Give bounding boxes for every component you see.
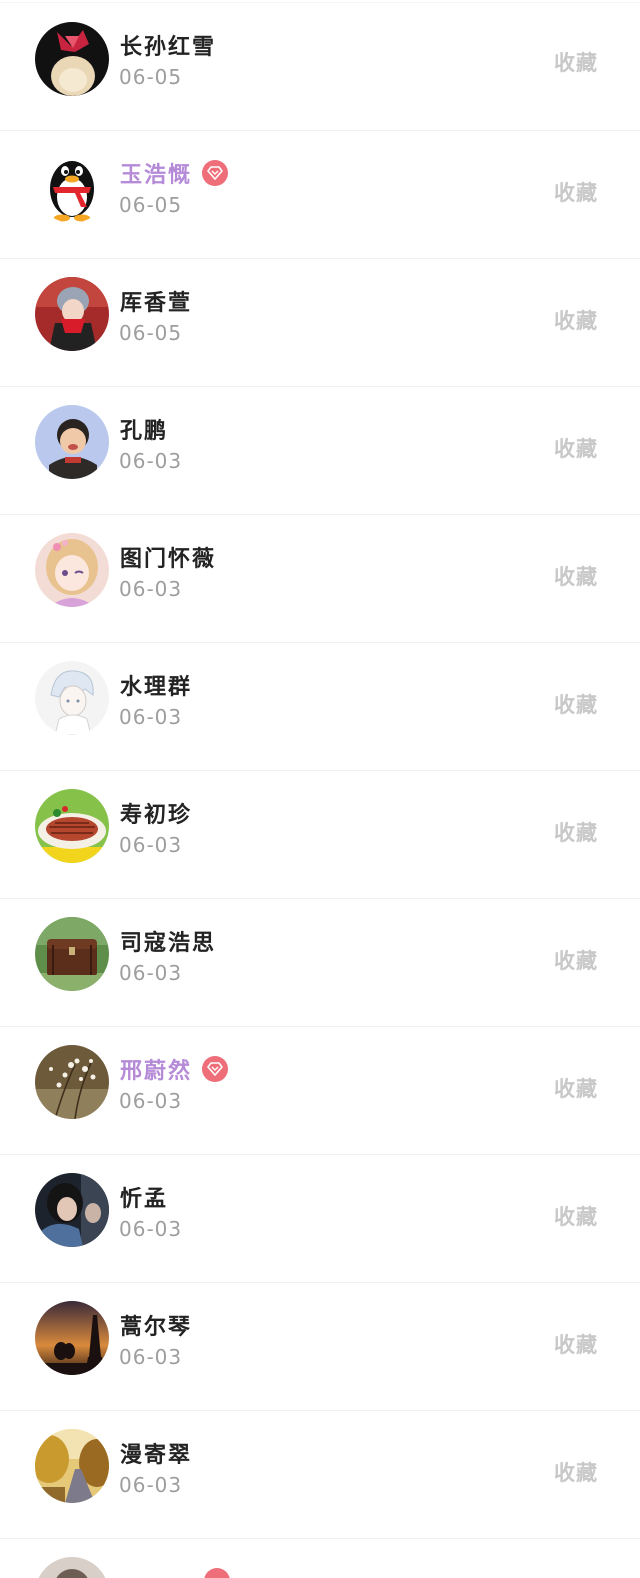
user-name: 厍香萱	[120, 291, 193, 316]
cut-off-avatar-icon	[35, 1557, 109, 1578]
food-plate-avatar-icon	[35, 789, 109, 863]
favorite-button[interactable]: 收藏	[554, 945, 598, 975]
favorite-button[interactable]: 收藏	[554, 177, 598, 207]
name-line: 厍香萱	[120, 285, 192, 317]
date-label: 06-03	[119, 1217, 183, 1241]
name-line: 玉浩慨	[120, 157, 229, 189]
date-label: 06-05	[119, 193, 183, 217]
user-name: 忻孟	[120, 1187, 169, 1212]
anime-girl-avatar-icon	[35, 533, 109, 607]
vip-diamond-icon	[202, 1056, 229, 1082]
date-label: 06-05	[119, 321, 183, 345]
list-item[interactable]: 司寇浩思 06-03 收藏	[0, 898, 640, 1026]
date-label: 06-03	[119, 1089, 183, 1113]
name-line: 忻孟	[120, 1181, 168, 1213]
list-item[interactable]: 邢蔚然 06-03 收藏	[0, 1026, 640, 1154]
user-name: 孔鹏	[120, 419, 169, 444]
favorite-button[interactable]: 收藏	[554, 1201, 598, 1231]
date-label: 06-03	[119, 961, 183, 985]
avatar[interactable]	[35, 22, 109, 96]
user-name: 图门怀薇	[120, 547, 217, 572]
avatar[interactable]	[35, 149, 109, 223]
date-label: 06-03	[119, 577, 183, 601]
favorite-button[interactable]: 收藏	[554, 689, 598, 719]
favorite-button[interactable]: 收藏	[554, 305, 598, 335]
treasure-chest-avatar-icon	[35, 917, 109, 991]
autumn-road-avatar-icon	[35, 1429, 109, 1503]
avatar[interactable]	[35, 277, 109, 351]
avatar[interactable]	[35, 1173, 109, 1247]
vip-diamond-icon	[202, 160, 229, 186]
avatar[interactable]	[35, 405, 109, 479]
vip-diamond-icon	[204, 1568, 230, 1578]
user-name: 邢蔚然	[120, 1059, 193, 1084]
list-item[interactable]: 寿初珍 06-03 收藏	[0, 770, 640, 898]
avatar[interactable]	[35, 1429, 109, 1503]
girl-photo-avatar-icon	[35, 1173, 109, 1247]
favorite-button[interactable]: 收藏	[554, 1329, 598, 1359]
name-line: 长孙红雪	[120, 29, 216, 61]
date-label: 06-05	[119, 65, 183, 89]
name-line: 司寇浩思	[120, 925, 216, 957]
date-label: 06-03	[119, 1473, 183, 1497]
penguin-avatar-icon	[35, 149, 109, 223]
eiffel-sunset-avatar-icon	[35, 1301, 109, 1375]
name-line: 寿初珍	[120, 797, 192, 829]
date-label: 06-03	[119, 1345, 183, 1369]
user-name: 漫寄翠	[120, 1443, 193, 1468]
avatar[interactable]	[35, 917, 109, 991]
list-item[interactable]: 孔鹏 06-03 收藏	[0, 386, 640, 514]
user-name: 长孙红雪	[120, 35, 217, 60]
name-line: 漫寄翠	[120, 1437, 192, 1469]
list-item[interactable]: 长孙红雪 06-05 收藏	[0, 2, 640, 130]
name-line: 水理群	[120, 669, 192, 701]
user-name: 司寇浩思	[120, 931, 217, 956]
date-label: 06-03	[119, 449, 183, 473]
date-label: 06-03	[119, 705, 183, 729]
name-line: 图门怀薇	[120, 541, 216, 573]
child-avatar-icon	[35, 405, 109, 479]
user-list: 长孙红雪 06-05 收藏 玉浩慨 06-05 收藏 厍香萱 06-05 收藏 …	[0, 2, 640, 1578]
avatar[interactable]	[35, 1557, 109, 1578]
favorite-button[interactable]: 收藏	[554, 1457, 598, 1487]
masked-person-avatar-icon	[35, 277, 109, 351]
avatar[interactable]	[35, 1045, 109, 1119]
avatar[interactable]	[35, 1301, 109, 1375]
user-name: 水理群	[120, 675, 193, 700]
favorite-button[interactable]: 收藏	[554, 1073, 598, 1103]
red-bow-avatar-icon	[35, 22, 109, 96]
name-line: 邢蔚然	[120, 1053, 229, 1085]
list-item[interactable]: 漫寄翠 06-03 收藏	[0, 1410, 640, 1538]
avatar[interactable]	[35, 661, 109, 735]
avatar[interactable]	[35, 789, 109, 863]
name-line	[120, 1565, 230, 1578]
list-item[interactable]: 水理群 06-03 收藏	[0, 642, 640, 770]
favorite-button[interactable]: 收藏	[554, 433, 598, 463]
date-label: 06-03	[119, 833, 183, 857]
name-line: 孔鹏	[120, 413, 168, 445]
white-flowers-avatar-icon	[35, 1045, 109, 1119]
list-item[interactable]: 蒿尔琴 06-03 收藏	[0, 1282, 640, 1410]
avatar[interactable]	[35, 533, 109, 607]
favorite-button[interactable]: 收藏	[554, 817, 598, 847]
favorite-button[interactable]: 收藏	[554, 47, 598, 77]
list-item[interactable]: 厍香萱 06-05 收藏	[0, 258, 640, 386]
list-item[interactable]	[0, 1538, 640, 1578]
user-name: 蒿尔琴	[120, 1315, 193, 1340]
anime-boy-sketch-avatar-icon	[35, 661, 109, 735]
list-item[interactable]: 忻孟 06-03 收藏	[0, 1154, 640, 1282]
user-name: 玉浩慨	[120, 163, 193, 188]
name-line: 蒿尔琴	[120, 1309, 192, 1341]
user-name: 寿初珍	[120, 803, 193, 828]
favorite-button[interactable]: 收藏	[554, 561, 598, 591]
list-item[interactable]: 玉浩慨 06-05 收藏	[0, 130, 640, 258]
list-item[interactable]: 图门怀薇 06-03 收藏	[0, 514, 640, 642]
